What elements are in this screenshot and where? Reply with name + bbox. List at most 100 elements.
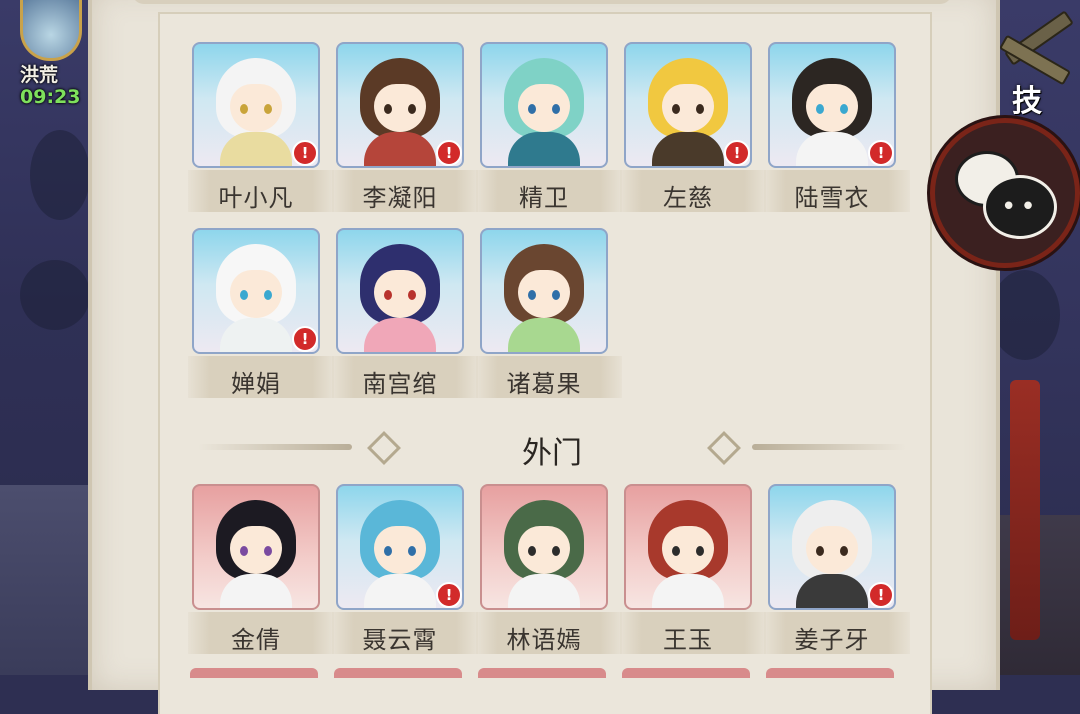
disciple-card[interactable]: 诸葛果 xyxy=(476,228,622,413)
event-timer: 09:23 xyxy=(20,86,81,108)
event-portrait-icon xyxy=(20,0,82,61)
portrait-eye xyxy=(528,546,536,556)
portrait-eye xyxy=(696,104,704,114)
portrait-body xyxy=(220,132,292,166)
alert-icon: ! xyxy=(436,582,462,608)
disciple-portrait: ! xyxy=(768,484,896,610)
portrait-eye xyxy=(408,104,416,114)
disciple-name: 诸葛果 xyxy=(506,370,582,398)
alert-icon: ! xyxy=(724,140,750,166)
alert-icon: ! xyxy=(292,140,318,166)
disciple-portrait xyxy=(192,484,320,610)
next-row-peek xyxy=(190,668,900,678)
skill-label: 技 xyxy=(1012,84,1042,119)
panel-top-band xyxy=(132,0,952,4)
disciple-portrait: ! xyxy=(192,42,320,168)
disciple-name: 姜子牙 xyxy=(794,626,870,654)
alert-icon: ! xyxy=(436,140,462,166)
disciple-name: 陆雪衣 xyxy=(794,184,870,212)
portrait-body xyxy=(220,318,292,352)
portrait-body xyxy=(652,574,724,608)
portrait-body xyxy=(220,574,292,608)
disciple-card[interactable]: ! 姜子牙 xyxy=(764,484,910,669)
disciple-name: 林语嫣 xyxy=(506,626,582,654)
portrait-eye xyxy=(840,104,848,114)
portrait-eye xyxy=(552,290,560,300)
event-widget[interactable]: 洪荒 09:23 xyxy=(14,0,84,115)
ground-decoration xyxy=(0,485,90,675)
portrait-eye xyxy=(528,104,536,114)
disciple-name: 精卫 xyxy=(519,184,569,212)
cloud-decoration xyxy=(30,130,90,220)
disciple-card[interactable]: 林语嫣 xyxy=(476,484,622,669)
disciple-portrait xyxy=(336,228,464,354)
portrait-eye xyxy=(384,290,392,300)
portrait-body xyxy=(508,318,580,352)
event-name: 洪荒 xyxy=(20,64,59,86)
portrait-eye xyxy=(672,546,680,556)
portrait-eye xyxy=(240,290,248,300)
disciple-name: 王玉 xyxy=(663,626,713,654)
disciple-card[interactable]: ! 左慈 xyxy=(620,42,766,227)
disciple-portrait xyxy=(624,484,752,610)
disciple-portrait: ! xyxy=(768,42,896,168)
disciple-card[interactable]: ! 李凝阳 xyxy=(332,42,478,227)
disciple-card[interactable]: ! 婵娟 xyxy=(188,228,334,413)
disciple-card[interactable]: ! 叶小凡 xyxy=(188,42,334,227)
disciple-card[interactable]: 王玉 xyxy=(620,484,766,669)
portrait-eye xyxy=(816,546,824,556)
disciple-card[interactable]: 金倩 xyxy=(188,484,334,669)
portrait-eye xyxy=(408,546,416,556)
portrait-eye xyxy=(528,290,536,300)
disciple-portrait: ! xyxy=(192,228,320,354)
alert-icon: ! xyxy=(292,326,318,352)
disciple-name: 李凝阳 xyxy=(362,184,438,212)
section-title: 外门 xyxy=(522,436,582,471)
disciple-card[interactable]: ! 聂云霄 xyxy=(332,484,478,669)
disciple-name: 南宫绾 xyxy=(362,370,438,398)
disciple-portrait: ! xyxy=(336,484,464,610)
alert-icon: ! xyxy=(868,140,894,166)
portrait-eye xyxy=(264,546,272,556)
portrait-eye xyxy=(264,104,272,114)
portrait-eye xyxy=(552,546,560,556)
disciple-name: 聂云霄 xyxy=(362,626,438,654)
disciple-portrait xyxy=(480,484,608,610)
portrait-eye xyxy=(240,104,248,114)
red-banner-edge xyxy=(1010,380,1040,640)
skill-button[interactable]: 技 xyxy=(998,10,1074,122)
portrait-body xyxy=(364,132,436,166)
chat-dots-icon: •• xyxy=(1001,192,1040,222)
portrait-body xyxy=(508,574,580,608)
disciple-card[interactable]: 精卫 xyxy=(476,42,622,227)
disciple-card[interactable]: 南宫绾 xyxy=(332,228,478,413)
portrait-body xyxy=(796,574,868,608)
cloud-decoration xyxy=(990,270,1060,360)
portrait-eye xyxy=(384,104,392,114)
disciple-portrait xyxy=(480,42,608,168)
portrait-eye xyxy=(840,546,848,556)
disciple-name: 金倩 xyxy=(231,626,281,654)
portrait-eye xyxy=(264,290,272,300)
disciple-name: 叶小凡 xyxy=(218,184,294,212)
portrait-eye xyxy=(672,104,680,114)
disciple-portrait xyxy=(480,228,608,354)
portrait-body xyxy=(652,132,724,166)
portrait-eye xyxy=(552,104,560,114)
portrait-body xyxy=(364,318,436,352)
cloud-decoration xyxy=(20,260,90,330)
portrait-eye xyxy=(696,546,704,556)
section-divider: 外门 xyxy=(198,424,906,471)
portrait-eye xyxy=(384,546,392,556)
divider-line xyxy=(752,444,906,450)
disciple-name: 左慈 xyxy=(663,184,713,212)
portrait-body xyxy=(796,132,868,166)
portrait-body xyxy=(364,574,436,608)
portrait-eye xyxy=(240,546,248,556)
portrait-eye xyxy=(408,290,416,300)
alert-icon: ! xyxy=(868,582,894,608)
disciple-card[interactable]: ! 陆雪衣 xyxy=(764,42,910,227)
chat-button[interactable]: •• xyxy=(930,118,1080,268)
disciple-portrait: ! xyxy=(336,42,464,168)
portrait-eye xyxy=(816,104,824,114)
